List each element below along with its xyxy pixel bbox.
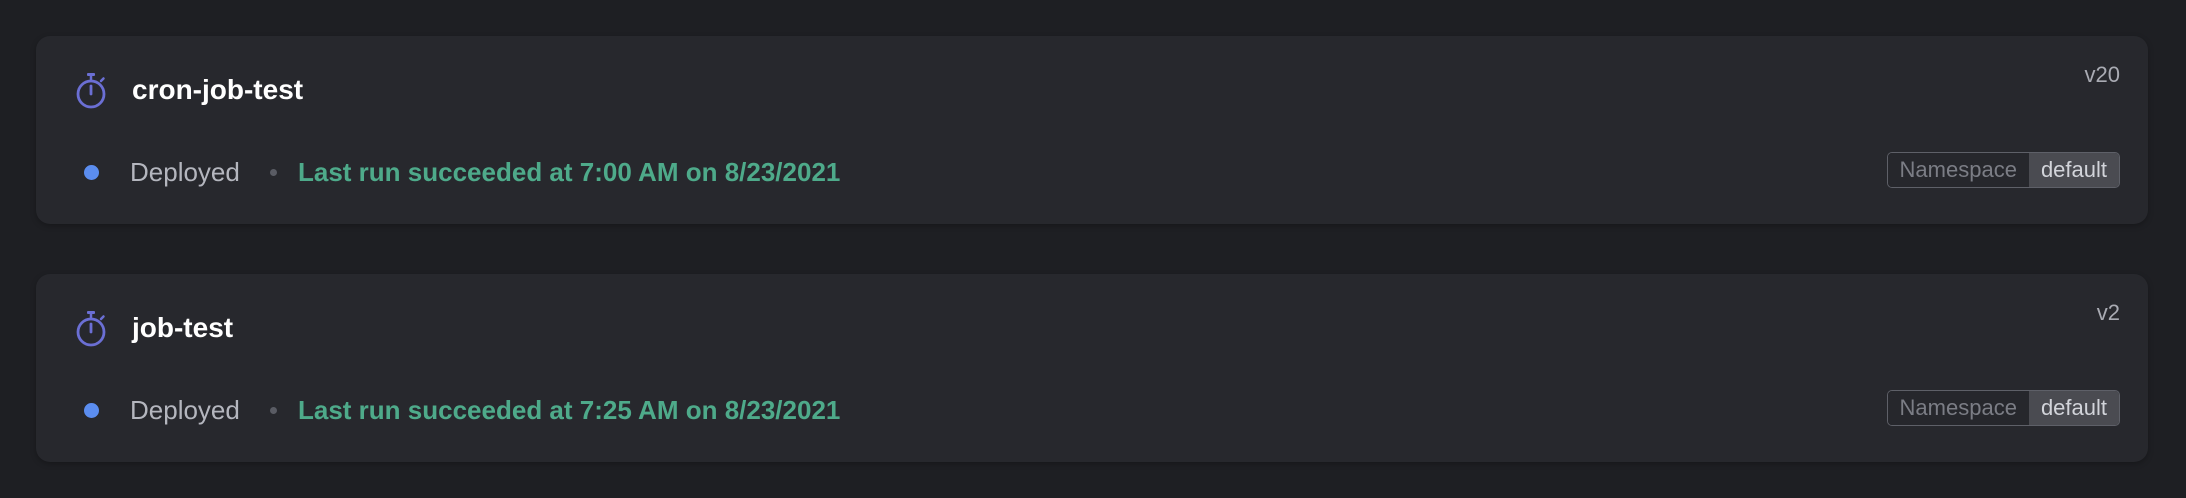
namespace-label: Namespace <box>1887 391 2029 425</box>
status-indicator <box>84 165 99 180</box>
job-version: v20 <box>2084 62 2120 87</box>
job-list: cron-job-test v20 Deployed Last run succ… <box>0 0 2186 498</box>
status-indicator <box>84 403 99 418</box>
separator-dot <box>270 169 277 176</box>
last-run-text: Last run succeeded at 7:25 AM on 8/23/20… <box>298 395 841 425</box>
job-version: v2 <box>2096 300 2120 325</box>
stopwatch-icon <box>74 310 108 348</box>
namespace-tag: Namespace default <box>1886 152 2120 188</box>
separator-dot <box>270 407 277 414</box>
job-name[interactable]: cron-job-test <box>132 70 303 110</box>
namespace-value: default <box>2028 391 2119 425</box>
job-status-row: Deployed Last run succeeded at 7:25 AM o… <box>36 390 2148 430</box>
job-card[interactable]: cron-job-test v20 Deployed Last run succ… <box>36 36 2148 224</box>
job-name[interactable]: job-test <box>132 308 233 348</box>
namespace-label: Namespace <box>1887 153 2029 187</box>
job-card[interactable]: job-test v2 Deployed Last run succeeded … <box>36 274 2148 462</box>
status-text: Deployed <box>130 157 240 187</box>
stopwatch-icon <box>74 72 108 110</box>
last-run-text: Last run succeeded at 7:00 AM on 8/23/20… <box>298 157 841 187</box>
status-text: Deployed <box>130 395 240 425</box>
namespace-value: default <box>2028 153 2119 187</box>
job-status-row: Deployed Last run succeeded at 7:00 AM o… <box>36 152 2148 192</box>
namespace-tag: Namespace default <box>1886 390 2120 426</box>
